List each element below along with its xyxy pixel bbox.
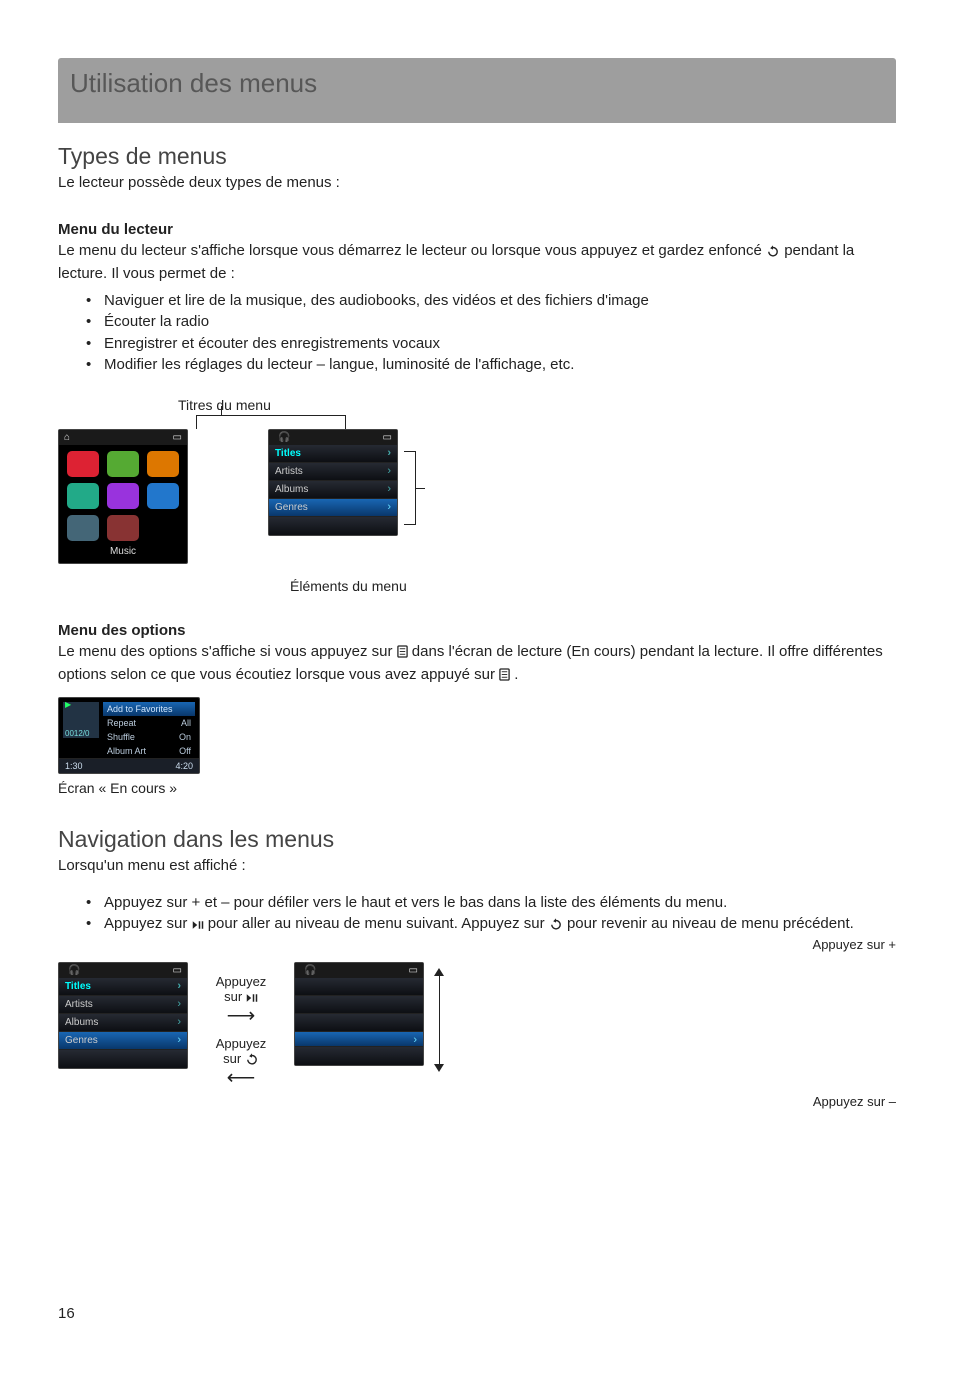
option-add-favorites: Add to Favorites [103, 702, 195, 716]
back-icon [245, 1053, 259, 1068]
battery-icon: ▭ [173, 965, 182, 976]
home-tile [107, 515, 139, 541]
player-list-screen: 🎧 ▭ Titles Artists Albums Genres [268, 429, 398, 536]
nav-list-left: 🎧 ▭ Titles Artists Albums Genres [58, 962, 188, 1069]
list-item: Enregistrer et écouter des enregistremen… [86, 333, 896, 354]
titres-du-menu-label: Titres du menu [178, 397, 896, 413]
option-label: Add to Favorites [107, 704, 173, 714]
battery-icon: ▭ [173, 432, 182, 443]
headphones-icon: 🎧 [278, 432, 290, 443]
now-playing-caption: Écran « En cours » [58, 780, 896, 796]
play-pause-icon [192, 915, 204, 936]
option-label: Shuffle [107, 732, 135, 742]
menu-des-options-heading: Menu des options [58, 622, 896, 639]
option-value: All [181, 718, 191, 728]
appuyez-minus-label: Appuyez sur – [328, 1094, 896, 1109]
player-home-footer: Music [59, 543, 187, 563]
menu-row-artists: Artists [269, 463, 397, 481]
appuyez-plus-label: Appuyez sur + [328, 937, 896, 952]
track-counter: 0012/0 [65, 729, 89, 738]
home-icon: ⌂ [64, 432, 70, 443]
arrow-left-icon: ⟵ [206, 1068, 276, 1088]
home-tile [107, 483, 139, 509]
battery-icon: ▭ [409, 965, 418, 976]
chevron-down-icon [434, 1064, 444, 1072]
player-home-screen: ⌂ ▭ Music [58, 429, 188, 564]
menu-du-lecteur-text: Le menu du lecteur s'affiche lorsque vou… [58, 240, 896, 284]
text-fragment: sur [223, 1051, 245, 1066]
text-fragment: Le menu des options s'affiche si vous ap… [58, 643, 397, 660]
text-fragment: . [514, 666, 518, 683]
option-label: Repeat [107, 718, 136, 728]
headphones-icon: 🎧 [68, 965, 80, 976]
section-title-bar: Utilisation des menus [58, 58, 896, 123]
home-tile [67, 483, 99, 509]
home-tile [67, 515, 99, 541]
list-item: Appuyez sur + et – pour défiler vers le … [86, 892, 896, 913]
elements-du-menu-label: Éléments du menu [290, 578, 896, 594]
option-value: Off [179, 746, 191, 756]
menu-row-titles: Titles [59, 978, 187, 996]
elapsed-time: 1:30 [65, 761, 83, 771]
list-icon [397, 643, 408, 664]
menu-row-albums: Albums [269, 481, 397, 499]
option-album-art: Album Art Off [103, 744, 195, 758]
option-repeat: Repeat All [103, 716, 195, 730]
bracket-side [404, 451, 416, 525]
nav-diagram-middle: Appuyez sur ⟶ Appuyez sur ⟵ [206, 974, 276, 1088]
text-fragment: Appuyez [206, 974, 276, 989]
heading-types-de-menus: Types de menus [58, 143, 896, 170]
play-pause-icon [246, 991, 258, 1006]
option-shuffle: Shuffle On [103, 730, 195, 744]
battery-icon: ▭ [383, 432, 392, 443]
album-art-thumbnail: 0012/0 [63, 702, 99, 738]
option-label: Album Art [107, 746, 146, 756]
home-tile [147, 483, 179, 509]
menu-des-options-text: Le menu des options s'affiche si vous ap… [58, 641, 896, 687]
back-icon [549, 915, 563, 936]
arrow-right-icon: ⟶ [206, 1006, 276, 1026]
list-item: Écouter la radio [86, 311, 896, 332]
text-fragment: pour aller au niveau de menu suivant. Ap… [208, 915, 549, 932]
heading-navigation: Navigation dans les menus [58, 826, 896, 853]
list-item: Appuyez sur pour aller au niveau de menu… [86, 913, 896, 936]
total-time: 4:20 [175, 761, 193, 771]
list-item: Naviguer et lire de la musique, des audi… [86, 290, 896, 311]
text-fragment: Le menu du lecteur s'affiche lorsque vou… [58, 242, 766, 259]
menu-row-artists: Artists [59, 996, 187, 1014]
text-fragment: pour revenir au niveau de menu précédent… [567, 915, 854, 932]
menu-du-lecteur-bullets: Naviguer et lire de la musique, des audi… [58, 290, 896, 375]
now-playing-screen: 0012/0 Add to Favorites Repeat All Shuff… [58, 697, 200, 774]
vertical-scroll-arrow [434, 968, 444, 1072]
chevron-up-icon [434, 968, 444, 976]
nav-list-right: 🎧 ▭ [294, 962, 424, 1066]
text-fragment: Appuyez [206, 1036, 276, 1051]
types-intro: Le lecteur possède deux types de menus : [58, 172, 896, 193]
text-fragment: sur [224, 989, 246, 1004]
navigation-intro: Lorsqu'un menu est affiché : [58, 855, 896, 876]
text-fragment: Appuyez sur [104, 915, 192, 932]
menu-row-titles: Titles [269, 445, 397, 463]
home-tile [67, 451, 99, 477]
option-value: On [179, 732, 191, 742]
menu-row-genres: Genres [269, 499, 397, 517]
menu-row-albums: Albums [59, 1014, 187, 1032]
headphones-icon: 🎧 [304, 965, 316, 976]
back-icon [766, 242, 780, 263]
navigation-bullets: Appuyez sur + et – pour défiler vers le … [58, 892, 896, 937]
menu-row-genres: Genres [59, 1032, 187, 1050]
page-number: 16 [58, 1305, 75, 1322]
menu-row-selected [295, 1032, 423, 1047]
bracket-top [196, 415, 346, 429]
list-icon [499, 666, 510, 687]
home-tile [107, 451, 139, 477]
home-tile [147, 451, 179, 477]
menu-du-lecteur-heading: Menu du lecteur [58, 221, 896, 238]
list-item: Modifier les réglages du lecteur – langu… [86, 354, 896, 375]
